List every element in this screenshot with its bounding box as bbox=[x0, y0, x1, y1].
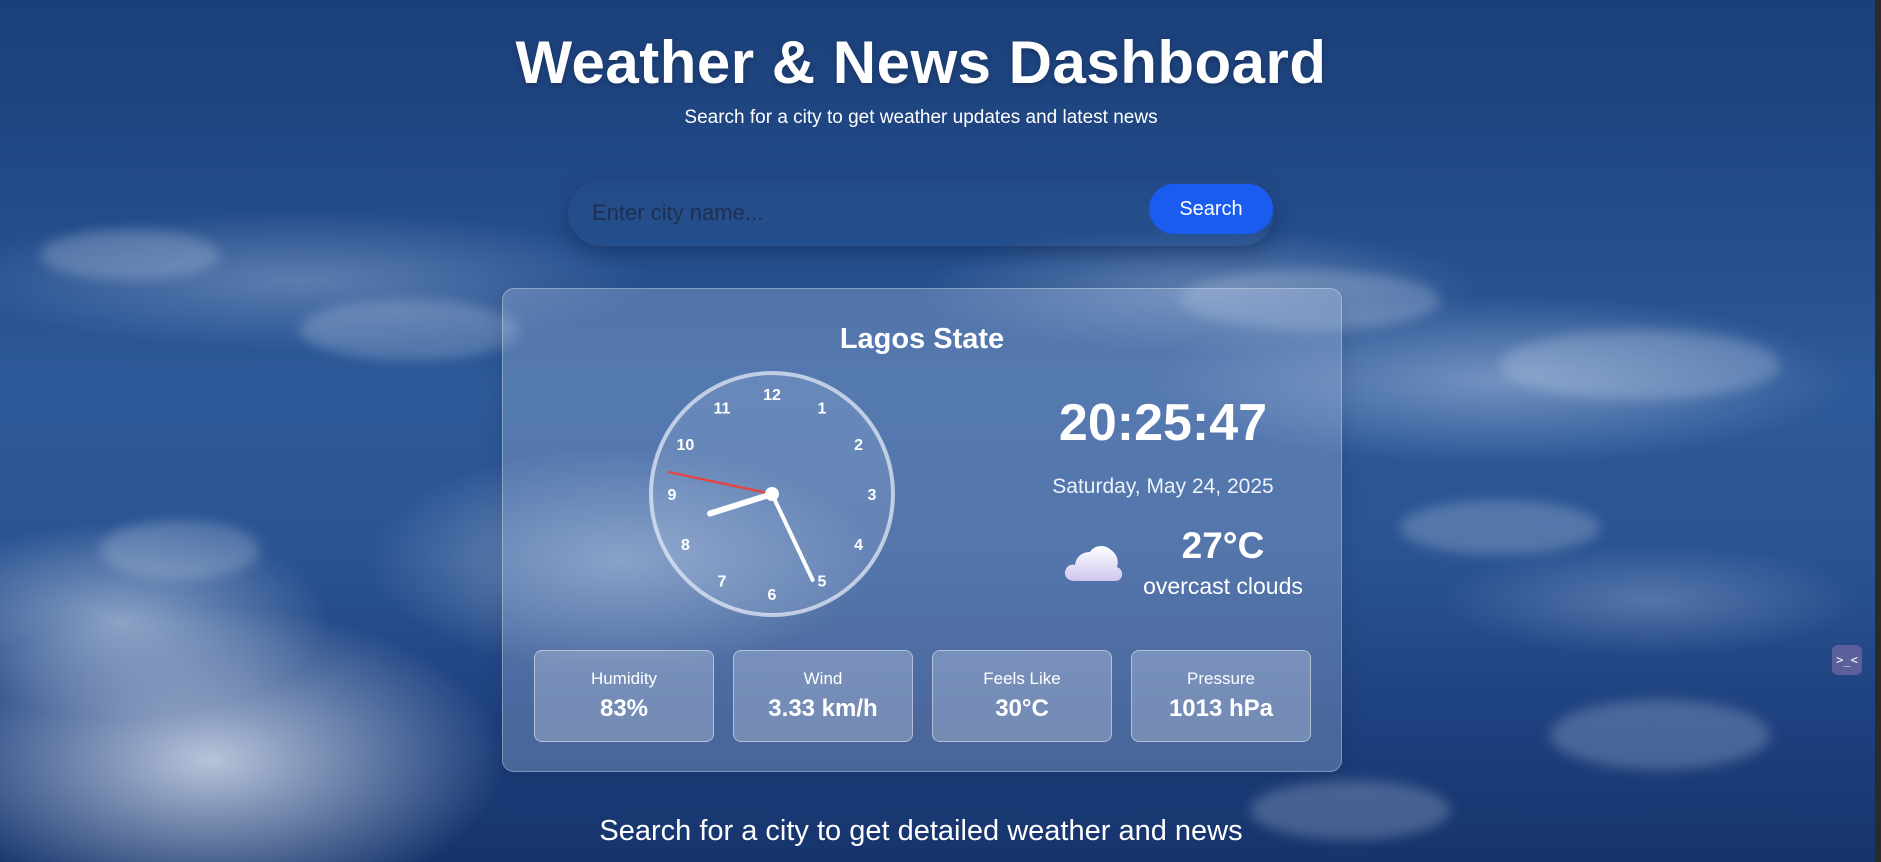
stat-value: 1013 hPa bbox=[1168, 695, 1274, 722]
clock-numeral: 12 bbox=[763, 387, 781, 404]
page-subtitle: Search for a city to get weather updates… bbox=[684, 107, 1158, 128]
search-bar: Search bbox=[568, 180, 1274, 246]
stat-label: Wind bbox=[803, 669, 843, 688]
clock-numeral: 6 bbox=[768, 587, 777, 604]
clock-numeral: 1 bbox=[818, 400, 827, 417]
stat-pressure: Pressure 1013 hPa bbox=[1131, 650, 1311, 742]
footer-message: Search for a city to get detailed weathe… bbox=[599, 815, 1243, 847]
clock-numeral: 10 bbox=[676, 437, 694, 454]
clock-numeral: 5 bbox=[818, 574, 827, 591]
temperature: 27°C bbox=[1181, 525, 1265, 566]
digital-time: 20:25:47 bbox=[1058, 394, 1268, 452]
page-header: Weather & News Dashboard Search for a ci… bbox=[0, 28, 1842, 129]
stat-label: Pressure bbox=[1186, 669, 1256, 688]
terminal-face-icon[interactable]: >_< bbox=[1832, 645, 1862, 675]
clock-numeral: 9 bbox=[668, 487, 677, 504]
current-date: Saturday, May 24, 2025 bbox=[1052, 475, 1274, 498]
stat-value: 3.33 km/h bbox=[768, 695, 878, 722]
stat-value: 83% bbox=[599, 695, 649, 722]
stat-humidity: Humidity 83% bbox=[534, 650, 714, 742]
search-input[interactable] bbox=[590, 190, 1134, 236]
clock-numeral: 11 bbox=[714, 400, 731, 417]
clock-numeral: 2 bbox=[854, 437, 863, 454]
page-title: Weather & News Dashboard bbox=[515, 29, 1327, 96]
weather-card: Lagos State 12 1 2 3 4 5 6 7 8 9 10 11 20:25:47 Sat… bbox=[502, 288, 1342, 772]
stat-wind: Wind 3.33 km/h bbox=[733, 650, 913, 742]
clock-center-pin bbox=[765, 487, 779, 501]
stat-label: Feels Like bbox=[983, 669, 1061, 688]
stat-feels-like: Feels Like 30°C bbox=[932, 650, 1112, 742]
stat-label: Humidity bbox=[590, 669, 658, 688]
stat-value: 30°C bbox=[995, 695, 1049, 722]
weather-description: overcast clouds bbox=[1143, 573, 1303, 599]
city-name: Lagos State bbox=[839, 323, 1005, 355]
clock-numeral: 4 bbox=[854, 537, 863, 554]
search-button[interactable]: Search bbox=[1149, 184, 1273, 234]
analog-clock: 121234567891011 bbox=[649, 371, 895, 617]
clock-numeral: 3 bbox=[868, 487, 877, 504]
clock-numeral: 8 bbox=[681, 537, 690, 554]
window-edge bbox=[1875, 0, 1881, 862]
cloud-icon bbox=[1064, 546, 1123, 581]
clock-numeral: 7 bbox=[718, 574, 727, 591]
